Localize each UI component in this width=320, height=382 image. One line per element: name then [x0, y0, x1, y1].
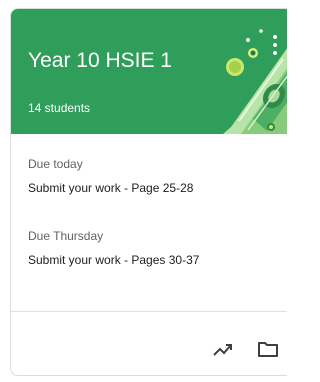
due-label: Due today: [28, 157, 83, 171]
card-divider: [11, 311, 287, 312]
more-vert-icon: [273, 35, 277, 39]
money-illustration: [223, 29, 287, 134]
more-options-button[interactable]: [269, 33, 281, 57]
folder-icon: [258, 342, 278, 357]
due-label: Due Thursday: [28, 229, 104, 243]
class-card-header[interactable]: Year 10 HSIE 1 14 students: [11, 9, 287, 134]
open-folder-button[interactable]: [256, 337, 280, 361]
insights-button[interactable]: [211, 337, 235, 361]
trending-up-icon: [213, 344, 232, 356]
class-card[interactable]: Year 10 HSIE 1 14 students Due today Sub…: [10, 8, 287, 376]
assignment-link[interactable]: Submit your work - Page 25-28: [28, 180, 193, 196]
assignment-link[interactable]: Submit your work - Pages 30-37: [28, 252, 199, 268]
class-title[interactable]: Year 10 HSIE 1: [28, 48, 172, 74]
student-count: 14 students: [28, 101, 91, 115]
